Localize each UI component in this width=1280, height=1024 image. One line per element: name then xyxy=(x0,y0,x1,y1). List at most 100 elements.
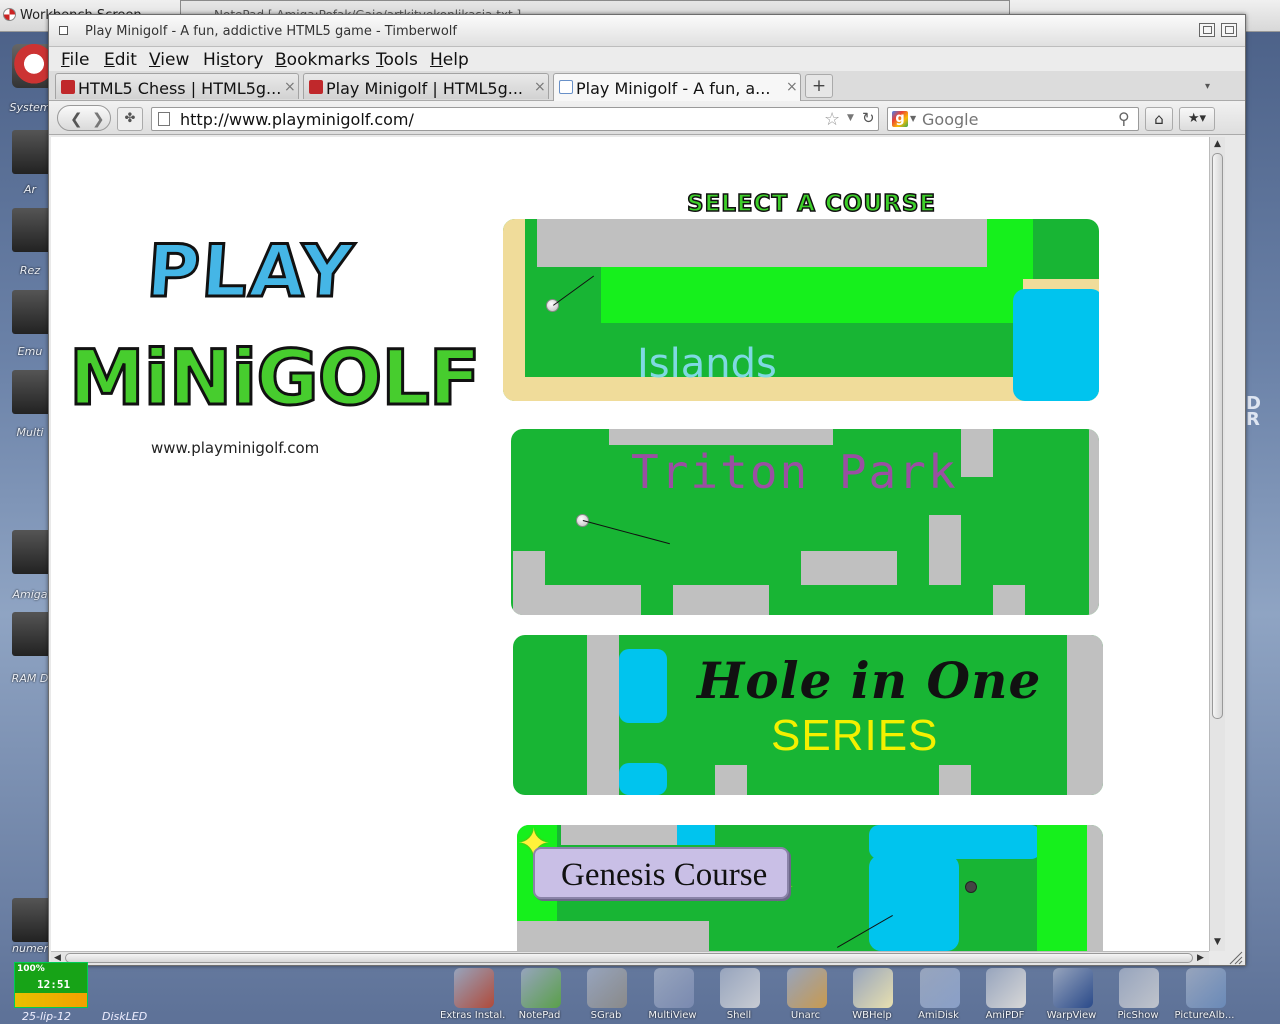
window-depth-gadget[interactable] xyxy=(1221,23,1237,37)
forward-arrow-icon[interactable]: ❯ xyxy=(92,110,105,128)
tab-close-icon[interactable]: × xyxy=(284,79,296,95)
tab-play-minigolf-active[interactable]: Play Minigolf - A fun, a... × xyxy=(553,73,801,101)
wall-block xyxy=(801,551,897,585)
dock-item[interactable]: Unarc xyxy=(773,966,839,1024)
tab-label: Play Minigolf | HTML5g... xyxy=(326,79,523,98)
dock-app-icon[interactable] xyxy=(454,968,494,1008)
html5games-favicon-icon xyxy=(309,80,323,94)
search-input[interactable] xyxy=(922,110,1112,128)
back-arrow-icon[interactable]: ❮ xyxy=(70,110,83,128)
menu-history-b: tory xyxy=(229,50,264,70)
search-bar[interactable]: g ▼ ⚲ xyxy=(887,107,1139,131)
dock-item-label: Extras Instal... xyxy=(440,1010,506,1021)
course-triton-park[interactable]: Triton Park xyxy=(511,429,1099,615)
dock-item[interactable]: AmiPDF xyxy=(972,966,1038,1024)
menu-edit[interactable]: Edit xyxy=(104,50,137,70)
fairway-rough xyxy=(601,267,1033,323)
logo-play: PLAY xyxy=(143,228,359,315)
dock-app-icon[interactable] xyxy=(720,968,760,1008)
scroll-right-arrow-icon[interactable]: ▶ xyxy=(1197,953,1204,963)
tab-list-chevron-icon[interactable]: ▾ xyxy=(1205,81,1210,92)
dock-app-icon[interactable] xyxy=(786,968,827,1008)
scroll-up-arrow-icon[interactable]: ▲ xyxy=(1214,139,1221,149)
water-hazard xyxy=(869,825,1041,859)
clock-time: 12:51 xyxy=(37,978,71,991)
menu-help-rest: elp xyxy=(442,50,469,70)
menu-history[interactable]: History xyxy=(203,50,264,70)
wall-block xyxy=(939,765,971,795)
diskled-label: DiskLED xyxy=(102,1010,148,1023)
dock-item[interactable]: WBHelp xyxy=(839,966,905,1024)
dock-app-icon[interactable] xyxy=(853,968,893,1008)
bookmarks-menu-button[interactable]: ★▾ xyxy=(1179,107,1215,131)
window-zoom-gadget[interactable] xyxy=(1199,23,1215,37)
dock-item[interactable]: MultiView xyxy=(640,966,706,1024)
water-hazard xyxy=(619,763,667,795)
addons-button[interactable]: ✤ xyxy=(117,107,143,131)
date-label: 25-lip-12 xyxy=(22,1010,72,1023)
dock-item[interactable]: WarpView xyxy=(1039,966,1105,1024)
dock-app-icon[interactable] xyxy=(587,968,627,1008)
google-engine-icon[interactable]: g xyxy=(892,111,908,127)
dock-app-icon[interactable] xyxy=(1185,968,1226,1008)
reload-icon[interactable]: ↻ xyxy=(862,109,878,129)
course-genesis[interactable]: ✦ ✦ Genesis Course xyxy=(517,825,1103,951)
dock-item-label: SGrab xyxy=(590,1010,622,1021)
window-titlebar[interactable]: Play Minigolf - A fun, addictive HTML5 g… xyxy=(49,15,1245,47)
dock-item[interactable]: AmiDisk xyxy=(906,966,972,1024)
wall-block xyxy=(561,825,677,845)
dock-app-icon[interactable] xyxy=(919,968,960,1008)
dock-app-icon[interactable] xyxy=(653,968,694,1008)
bookmark-star-icon[interactable]: ☆ xyxy=(824,109,840,130)
course-hole-in-one-series[interactable]: Hole in One SERIES xyxy=(513,635,1103,795)
clock-widget[interactable]: 100% 12:51 xyxy=(14,962,88,1008)
menu-edit-rest: dit xyxy=(114,50,137,70)
menu-bookmarks[interactable]: Bookmarks xyxy=(275,50,370,70)
dock-app-icon[interactable] xyxy=(1052,968,1093,1008)
tab-label: Play Minigolf - A fun, a... xyxy=(576,79,771,98)
water-hazard xyxy=(869,855,959,951)
water-hazard xyxy=(677,825,715,845)
dock-item-label: AmiDisk xyxy=(918,1010,959,1021)
menu-tools[interactable]: Tools xyxy=(376,50,418,70)
new-tab-button[interactable]: + xyxy=(805,74,833,98)
search-icon[interactable]: ⚲ xyxy=(1118,109,1130,128)
dock-item[interactable]: Shell xyxy=(706,966,772,1024)
wall-block xyxy=(673,585,769,615)
search-engine-dropdown-icon[interactable]: ▼ xyxy=(910,114,916,123)
tab-html5-chess[interactable]: HTML5 Chess | HTML5g... × xyxy=(55,73,299,99)
dock-item[interactable]: PicShow xyxy=(1105,966,1171,1024)
fairway-rough xyxy=(1037,825,1087,951)
dock-item[interactable]: NotePad xyxy=(507,966,573,1024)
menu-file[interactable]: File xyxy=(61,50,89,70)
tab-play-minigolf-html5games[interactable]: Play Minigolf | HTML5g... × xyxy=(303,73,549,99)
menu-help[interactable]: Help xyxy=(430,50,469,70)
dock-app-icon[interactable] xyxy=(1119,968,1159,1008)
dock-item[interactable]: PictureAlb... xyxy=(1172,966,1238,1024)
dock-item-label: AmiPDF xyxy=(985,1010,1025,1021)
home-button[interactable]: ⌂ xyxy=(1145,107,1173,131)
tab-close-icon[interactable]: × xyxy=(786,79,798,95)
dock-item[interactable]: Extras Instal... xyxy=(440,966,506,1024)
url-text[interactable]: http://www.playminigolf.com/ xyxy=(180,110,414,129)
dock-app-icon[interactable] xyxy=(986,968,1026,1008)
window-close-gadget[interactable] xyxy=(59,26,68,35)
cpu-percent: 100% xyxy=(17,964,45,974)
url-history-dropdown-icon[interactable]: ▼ xyxy=(847,113,854,123)
url-bar[interactable]: http://www.playminigolf.com/ ☆ ▼ ↻ xyxy=(151,107,879,131)
course-islands[interactable]: Islands xyxy=(503,219,1099,401)
dock-app-icon[interactable] xyxy=(520,968,561,1008)
wall-block xyxy=(1087,825,1103,951)
scroll-down-arrow-icon[interactable]: ▼ xyxy=(1214,937,1221,947)
menu-view[interactable]: View xyxy=(149,50,189,70)
vertical-scrollbar[interactable]: ▲ ▼ xyxy=(1209,137,1225,951)
sand-area xyxy=(503,219,525,401)
vertical-scroll-thumb[interactable] xyxy=(1212,153,1223,719)
tab-close-icon[interactable]: × xyxy=(534,79,546,95)
window-resize-handle-icon[interactable] xyxy=(1227,949,1243,965)
dock-item[interactable]: SGrab xyxy=(573,966,639,1024)
menu-file-rest: ile xyxy=(69,50,90,70)
horizontal-scroll-thumb[interactable] xyxy=(65,953,1193,963)
horizontal-scrollbar[interactable]: ◀ ▶ xyxy=(51,951,1209,965)
page-favicon-icon xyxy=(559,80,573,94)
